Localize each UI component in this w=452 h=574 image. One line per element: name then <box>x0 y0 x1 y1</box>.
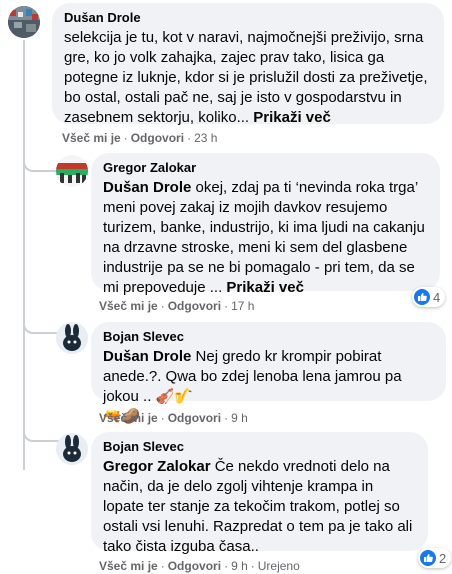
avatar[interactable] <box>56 155 88 187</box>
reply-button[interactable]: Odgovori <box>168 411 221 425</box>
like-icon <box>414 289 430 305</box>
see-more-link[interactable]: Prikaži več <box>253 109 331 126</box>
comment-bubble: Gregor Zalokar Dušan Drole okej, zdaj pa… <box>91 153 440 296</box>
avatar-flag-icon <box>56 155 88 187</box>
comment-author[interactable]: Dušan Drole <box>64 9 432 26</box>
reaction-count-value: 2 <box>439 550 447 566</box>
avatar-bunny-icon <box>56 322 88 354</box>
comment-text: selekcija je tu, kot v naravi, najmočnej… <box>64 28 432 128</box>
avatar[interactable] <box>8 6 40 38</box>
reaction-count-value: 4 <box>433 289 441 305</box>
reaction-count[interactable]: 2 <box>418 548 452 568</box>
avatar-bunny-icon <box>56 433 88 465</box>
comment-author[interactable]: Bojan Slevec <box>103 438 416 455</box>
comment-actions: Všeč mi je · Odgovori · 9 h · Urejeno <box>99 559 300 573</box>
comment-actions: Všeč mi je · Odgovori · 23 h <box>62 131 218 145</box>
comment-bubble: Bojan Slevec Gregor Zalokar Če nekdo vre… <box>91 432 428 555</box>
avatar-photo-icon <box>8 6 40 38</box>
thread-curve <box>23 420 63 442</box>
comment-bubble: Bojan Slevec Dušan Drole Nej gredo kr kr… <box>91 322 446 425</box>
comment-author[interactable]: Gregor Zalokar <box>103 159 428 176</box>
reply-button[interactable]: Odgovori <box>168 559 221 573</box>
thread-line <box>23 40 25 470</box>
mention-link[interactable]: Dušan Drole <box>103 179 191 196</box>
comment-text: Gregor Zalokar Če nekdo vrednoti delo na… <box>103 457 416 557</box>
like-button[interactable]: Všeč mi je <box>99 299 158 313</box>
reply-button[interactable]: Odgovori <box>168 299 221 313</box>
timestamp[interactable]: 23 h <box>194 131 217 145</box>
mention-link[interactable]: Gregor Zalokar <box>103 458 211 475</box>
timestamp[interactable]: 9 h <box>231 411 248 425</box>
comment-actions: Všeč mi je · Odgovori · 17 h <box>99 299 255 313</box>
comment-actions: Všeč mi je · Odgovori · 9 h <box>99 411 248 425</box>
see-more-link[interactable]: Prikaži več <box>226 279 304 296</box>
avatar[interactable] <box>56 433 88 465</box>
reaction-count[interactable]: 4 <box>412 287 446 307</box>
like-icon <box>420 550 436 566</box>
like-button[interactable]: Všeč mi je <box>99 411 158 425</box>
like-button[interactable]: Všeč mi je <box>62 131 121 145</box>
reply-button[interactable]: Odgovori <box>131 131 184 145</box>
comment-body: selekcija je tu, kot v naravi, najmočnej… <box>64 29 428 126</box>
timestamp[interactable]: 9 h <box>231 559 248 573</box>
comment-text: Dušan Drole okej, zdaj pa ti ‘nevinda ro… <box>103 178 428 298</box>
like-button[interactable]: Všeč mi je <box>99 559 158 573</box>
timestamp[interactable]: 17 h <box>231 299 254 313</box>
comment-bubble: Dušan Drole selekcija je tu, kot v narav… <box>52 3 444 126</box>
edited-label: Urejeno <box>257 559 300 573</box>
avatar[interactable] <box>56 322 88 354</box>
comment-author[interactable]: Bojan Slevec <box>103 328 434 345</box>
mention-link[interactable]: Dušan Drole <box>103 348 191 365</box>
